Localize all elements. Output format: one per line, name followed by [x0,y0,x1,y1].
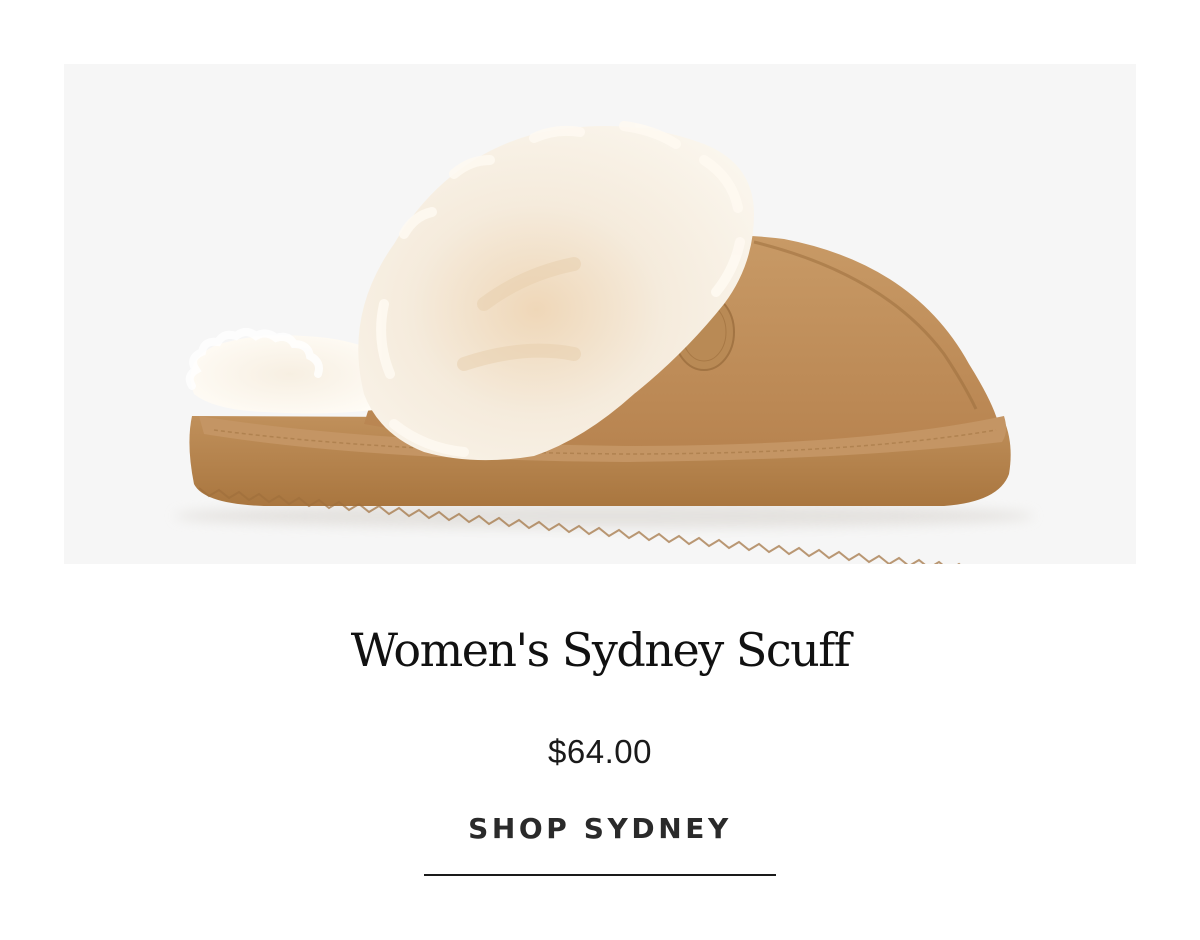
product-price: $64.00 [548,733,652,770]
product-image[interactable] [64,64,1136,564]
product-title[interactable]: Women's Sydney Scuff [0,618,1200,682]
shop-button-label: SHOP SYDNEY [468,812,732,845]
slipper-illustration [174,121,1034,564]
product-card: Women's Sydney Scuff $64.00 SHOP SYDNEY [0,0,1200,940]
shop-button[interactable]: SHOP SYDNEY [424,806,776,876]
floor-shadow [174,504,1034,528]
